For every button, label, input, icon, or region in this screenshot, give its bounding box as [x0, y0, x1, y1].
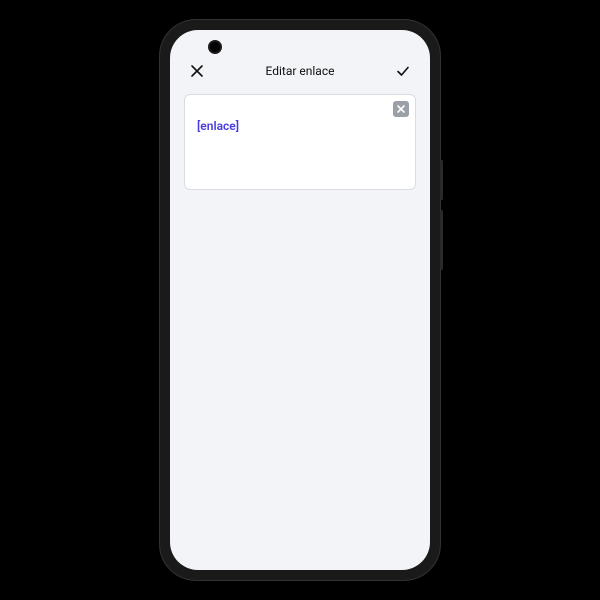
- phone-frame: Editar enlace [enlace]: [160, 20, 440, 580]
- screen: Editar enlace [enlace]: [170, 30, 430, 570]
- clear-icon: [396, 104, 406, 114]
- phone-side-button: [440, 210, 443, 270]
- phone-side-button: [440, 160, 443, 200]
- clear-button[interactable]: [393, 101, 409, 117]
- page-title: Editar enlace: [266, 64, 335, 78]
- close-button[interactable]: [188, 62, 206, 80]
- confirm-button[interactable]: [394, 62, 412, 80]
- camera-notch: [208, 40, 222, 54]
- header-bar: Editar enlace: [170, 48, 430, 90]
- link-token[interactable]: [enlace]: [197, 119, 239, 133]
- link-editor-card[interactable]: [enlace]: [184, 94, 416, 190]
- check-icon: [395, 63, 411, 79]
- close-icon: [190, 64, 204, 78]
